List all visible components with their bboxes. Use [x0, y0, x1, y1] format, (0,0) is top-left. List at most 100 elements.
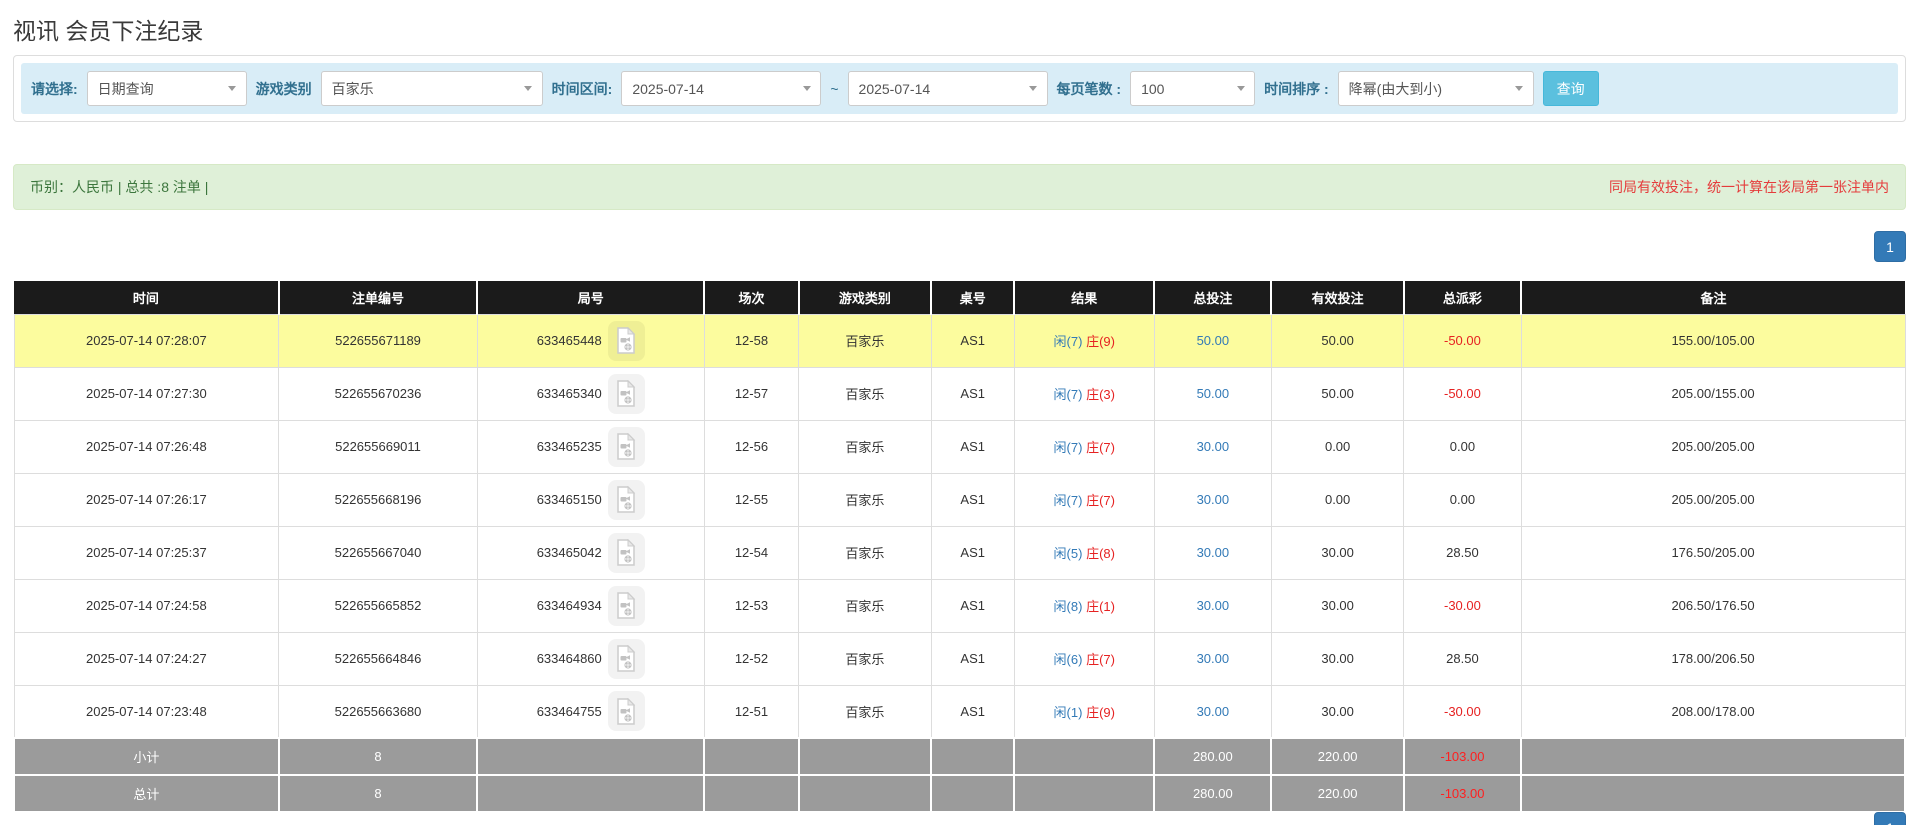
cell-payout: -50.00 [1404, 367, 1521, 420]
cell-total-bet: 30.00 [1154, 632, 1271, 685]
game-type-label: 游戏类别 [256, 79, 312, 99]
file-video-icon[interactable] [608, 427, 645, 467]
subtotal-count: 8 [279, 738, 478, 775]
header-game-type: 游戏类别 [799, 281, 931, 314]
cell-valid-bet: 0.00 [1271, 473, 1403, 526]
cell-table-no: AS1 [931, 314, 1014, 367]
cell-time: 2025-07-14 07:26:17 [14, 473, 279, 526]
date-to-picker[interactable]: 2025-07-14 [848, 71, 1048, 106]
cell-remark: 205.00/155.00 [1521, 367, 1905, 420]
total-bet-link[interactable]: 30.00 [1197, 492, 1230, 507]
date-range-tilde: ~ [830, 81, 838, 97]
date-to-value: 2025-07-14 [849, 72, 1020, 105]
date-from-value: 2025-07-14 [622, 72, 793, 105]
subtotal-valid-bet: 220.00 [1271, 738, 1403, 775]
page-size-label: 每页笔数 : [1057, 79, 1122, 99]
cell-game: 百家乐 [799, 473, 931, 526]
cell-remark: 178.00/206.50 [1521, 632, 1905, 685]
result-banker: 庄(7) [1086, 652, 1115, 667]
cell-session: 12-54 [704, 526, 799, 579]
cell-bet-id: 522655669011 [279, 420, 478, 473]
cell-payout: 0.00 [1404, 473, 1521, 526]
cell-table-no: AS1 [931, 579, 1014, 632]
result-player: 闲(7) [1054, 334, 1083, 349]
cell-payout: -50.00 [1404, 314, 1521, 367]
table-row: 2025-07-14 07:26:48 522655669011 6334652… [14, 420, 1905, 473]
cell-payout: 28.50 [1404, 632, 1521, 685]
chevron-down-icon [1227, 72, 1254, 105]
cell-bet-id: 522655671189 [279, 314, 478, 367]
total-bet-link[interactable]: 30.00 [1197, 439, 1230, 454]
total-bet-link[interactable]: 30.00 [1197, 651, 1230, 666]
result-player: 闲(5) [1054, 546, 1083, 561]
sort-order-select[interactable]: 降幂(由大到小) [1338, 71, 1534, 106]
search-button[interactable]: 查询 [1543, 71, 1599, 106]
cell-session: 12-58 [704, 314, 799, 367]
pagination-bottom: 1 [1874, 812, 1906, 825]
file-video-icon[interactable] [608, 374, 645, 414]
file-video-icon[interactable] [608, 321, 645, 361]
result-player: 闲(8) [1054, 599, 1083, 614]
date-from-picker[interactable]: 2025-07-14 [621, 71, 821, 106]
cell-round-id: 633465150 [477, 473, 704, 526]
file-video-icon[interactable] [608, 639, 645, 679]
total-bet-link[interactable]: 50.00 [1197, 386, 1230, 401]
query-type-select[interactable]: 日期查询 [87, 71, 247, 106]
game-type-select[interactable]: 百家乐 [321, 71, 543, 106]
cell-total-bet: 50.00 [1154, 314, 1271, 367]
cell-valid-bet: 30.00 [1271, 526, 1403, 579]
cell-valid-bet: 50.00 [1271, 367, 1403, 420]
page-button-1-bottom[interactable]: 1 [1874, 812, 1906, 825]
table-row: 2025-07-14 07:23:48 522655663680 6334647… [14, 685, 1905, 738]
file-video-icon[interactable] [608, 480, 645, 520]
cell-result: 闲(7) 庄(7) [1014, 473, 1154, 526]
total-bet-link[interactable]: 50.00 [1197, 333, 1230, 348]
cell-result: 闲(7) 庄(3) [1014, 367, 1154, 420]
chevron-down-icon [1020, 72, 1047, 105]
result-player: 闲(1) [1054, 705, 1083, 720]
cell-table-no: AS1 [931, 473, 1014, 526]
total-bet-link[interactable]: 30.00 [1197, 704, 1230, 719]
table-header: 时间 注单编号 局号 场次 游戏类别 桌号 结果 总投注 有效投注 总派彩 备注 [14, 281, 1905, 314]
table-row: 2025-07-14 07:24:58 522655665852 6334649… [14, 579, 1905, 632]
cell-game: 百家乐 [799, 526, 931, 579]
time-range-label: 时间区间: [552, 79, 613, 99]
result-banker: 庄(9) [1086, 334, 1115, 349]
cell-table-no: AS1 [931, 632, 1014, 685]
subtotal-row: 小计 8 280.00 220.00 -103.00 [14, 738, 1905, 775]
cell-bet-id: 522655665852 [279, 579, 478, 632]
query-type-value: 日期查询 [88, 72, 219, 105]
total-count: 8 [279, 775, 478, 812]
file-video-icon[interactable] [608, 533, 645, 573]
cell-remark: 155.00/105.00 [1521, 314, 1905, 367]
cell-table-no: AS1 [931, 685, 1014, 738]
total-bet-link[interactable]: 30.00 [1197, 598, 1230, 613]
chevron-down-icon [1506, 72, 1533, 105]
cell-total-bet: 30.00 [1154, 420, 1271, 473]
pagination-top: 1 [13, 231, 1906, 262]
cell-valid-bet: 30.00 [1271, 685, 1403, 738]
round-id-text: 633465448 [537, 333, 602, 348]
betting-records-page: 视讯 会员下注纪录 请选择: 日期查询 游戏类别 百家乐 时间区间: 2025-… [0, 0, 1919, 825]
cell-valid-bet: 50.00 [1271, 314, 1403, 367]
cell-time: 2025-07-14 07:23:48 [14, 685, 279, 738]
total-bet-link[interactable]: 30.00 [1197, 545, 1230, 560]
page-size-value: 100 [1131, 72, 1227, 105]
page-button-1[interactable]: 1 [1874, 231, 1906, 262]
round-id-text: 633465150 [537, 492, 602, 507]
file-video-icon[interactable] [608, 586, 645, 626]
header-valid-bet: 有效投注 [1271, 281, 1403, 314]
table-row: 2025-07-14 07:25:37 522655667040 6334650… [14, 526, 1905, 579]
cell-game: 百家乐 [799, 632, 931, 685]
sort-order-label: 时间排序 : [1264, 79, 1329, 99]
page-size-select[interactable]: 100 [1130, 71, 1255, 106]
cell-round-id: 633465448 [477, 314, 704, 367]
result-banker: 庄(1) [1086, 599, 1115, 614]
cell-bet-id: 522655667040 [279, 526, 478, 579]
cell-bet-id: 522655663680 [279, 685, 478, 738]
cell-total-bet: 30.00 [1154, 685, 1271, 738]
file-video-icon[interactable] [608, 691, 645, 731]
result-banker: 庄(8) [1086, 546, 1115, 561]
cell-remark: 206.50/176.50 [1521, 579, 1905, 632]
result-player: 闲(6) [1054, 652, 1083, 667]
